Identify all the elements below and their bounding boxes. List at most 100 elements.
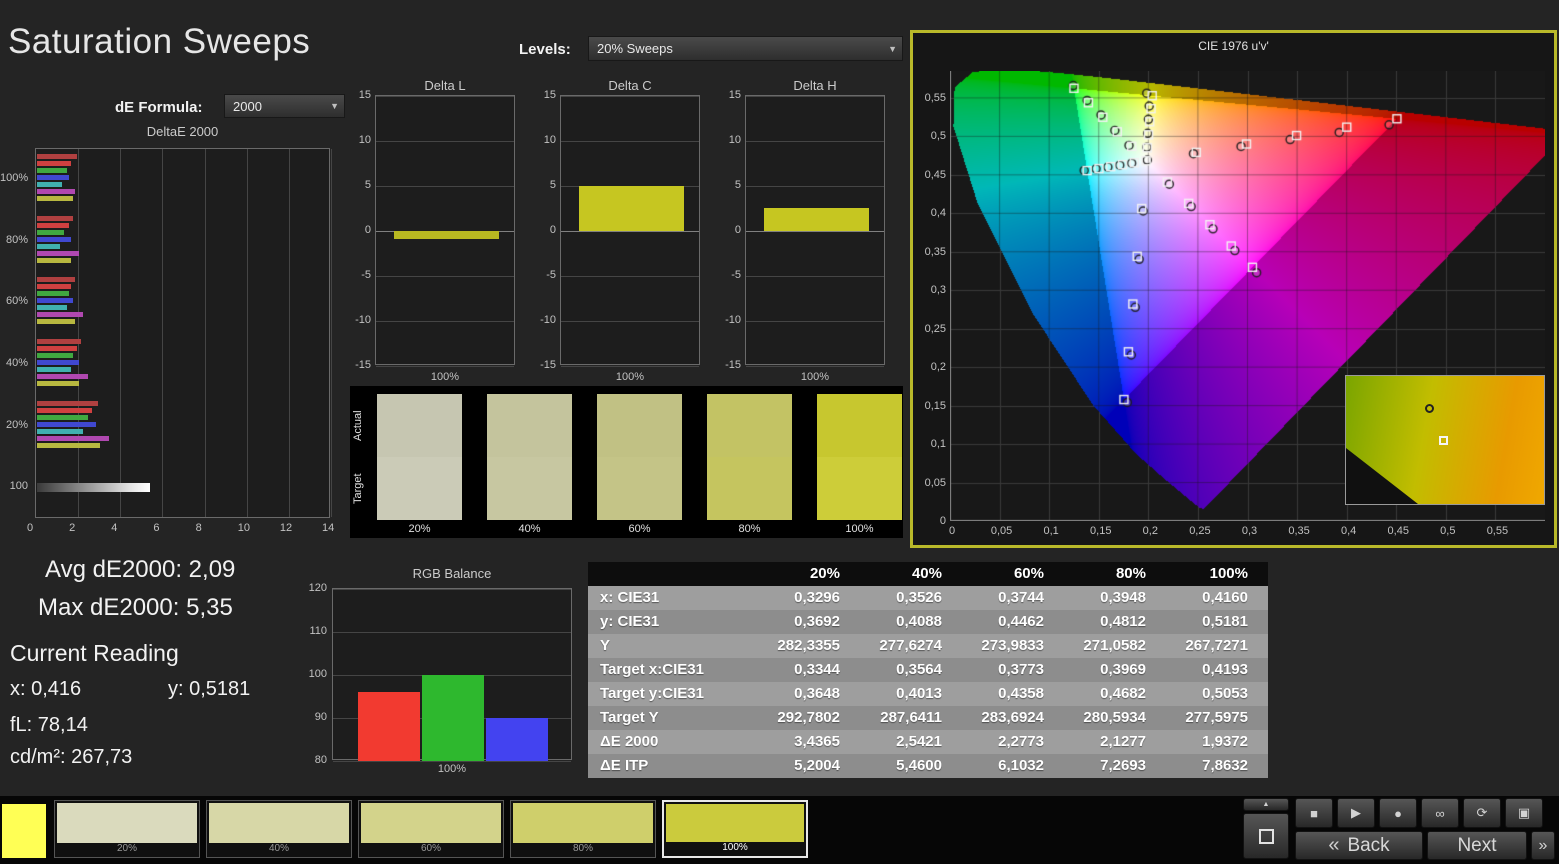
record-icon: ● (1394, 805, 1402, 821)
y-tick-label: 0,15 (924, 399, 946, 412)
de-bar (37, 435, 109, 441)
toolbar-swatch-100%[interactable]: 100% (662, 800, 808, 858)
y-axis-labels: 120 110 100 90 80 (305, 566, 329, 781)
chart-title: CIE 1976 u'v' (1198, 39, 1269, 53)
gridline (120, 149, 122, 517)
gridline (746, 321, 884, 322)
record-button[interactable]: ● (1379, 798, 1417, 828)
next-page-button[interactable]: » (1531, 831, 1555, 860)
value-cell: 5,2004 (794, 757, 840, 774)
refresh-icon: ⟳ (1476, 805, 1488, 820)
group-label: 100% (0, 171, 29, 184)
plot-area (375, 95, 515, 367)
value-cell: 0,3773 (998, 661, 1044, 678)
collapse-button[interactable]: ▲ (1243, 798, 1289, 811)
y-tick-label: -5 (731, 269, 741, 281)
chart-title: Delta C (608, 78, 652, 93)
next-label: Next (1457, 834, 1497, 856)
de-bar (37, 374, 88, 379)
continuous-measure-button[interactable]: ∞ (1421, 798, 1459, 828)
y-tick-label: 0,3 (930, 284, 946, 297)
x-axis-label: 100% (800, 371, 830, 383)
sweep-patch-40%: 40% (487, 394, 572, 535)
chevron-up-icon: ▲ (1262, 801, 1270, 808)
table-row: Target Y 292,7802 287,6411 283,6924 280,5934… (588, 706, 1268, 730)
delta-c-chart[interactable]: Delta C 15 10 5 0 -5 -10 -15 100% (530, 78, 710, 383)
x-tick-label: 4 (111, 522, 118, 534)
value-cell: 0,3648 (794, 685, 840, 702)
chevron-left-icon: « (1328, 834, 1340, 856)
toolbar-swatch-20%[interactable]: 20% (54, 800, 200, 858)
deltae2000-chart[interactable]: DeltaE 2000 100% 80% 60% 40% 20% 100 0 2 4 6 8 10 1… (0, 124, 340, 536)
actual-patch (487, 394, 572, 457)
y-tick-label: 0,4 (930, 207, 946, 220)
chevron-down-icon: ▼ (888, 43, 897, 54)
value-cell: 2,5421 (896, 733, 942, 750)
patch-label: 80% (738, 523, 761, 535)
x-tick-label: 0,4 (1341, 525, 1357, 537)
capture-button[interactable]: ▣ (1505, 798, 1543, 828)
y-tick-label: 0 (734, 224, 741, 236)
toolbar-swatch-80%[interactable]: 80% (510, 800, 656, 858)
de-bar (37, 298, 73, 304)
back-label: Back (1347, 834, 1390, 856)
header-cell: 60% (1013, 565, 1044, 582)
gridline (561, 321, 699, 322)
swatch-color (361, 803, 501, 843)
value-cell: 287,6411 (880, 709, 942, 726)
de-bar (37, 400, 99, 406)
x-tick-label: 0,05 (990, 525, 1013, 537)
table-row: x: CIE31 0,3296 0,3526 0,3744 0,3948 0,4160 (588, 586, 1268, 610)
delta-h-chart[interactable]: Delta H 15 10 5 0 -5 -10 -15 100% (715, 78, 895, 383)
y-tick-label: -5 (361, 269, 371, 281)
green-bar (422, 675, 484, 761)
swatch-label: 60% (420, 843, 441, 854)
cie-1976-chart[interactable]: CIE 1976 u'v' 0 0,05 0,1 0,15 0,2 0,25 0,3 0,35… (910, 30, 1557, 548)
value-cell: 0,4013 (896, 685, 942, 702)
y-tick-label: 120 (308, 582, 327, 594)
current-fl-value: fL: 78,14 (10, 714, 88, 736)
table-row: Target y:CIE31 0,3648 0,4013 0,4358 0,4682 0,… (588, 682, 1268, 706)
x-axis-label: 100% (430, 371, 460, 383)
swatch-label: 100% (722, 842, 748, 853)
back-button[interactable]: « Back (1295, 831, 1423, 860)
stop-button[interactable]: ■ (1295, 798, 1333, 828)
x-axis-labels: 0 2 4 6 8 10 12 14 (0, 522, 340, 536)
play-button[interactable]: ▶ (1337, 798, 1375, 828)
de-bar (37, 381, 80, 386)
toolbar-swatch-60%[interactable]: 60% (358, 800, 504, 858)
value-cell: 0,3344 (794, 661, 840, 678)
swatch-color (666, 804, 804, 842)
value-cell: 0,3948 (1100, 589, 1146, 606)
toolbar-swatch-40%[interactable]: 40% (206, 800, 352, 858)
table-row: ΔE ITP 5,2004 5,4600 6,1032 7,2693 7,8632 (588, 754, 1268, 778)
y-tick-label: 0,35 (924, 245, 946, 258)
delta-l-chart[interactable]: Delta L 15 10 5 0 -5 -10 -15 100% (345, 78, 525, 383)
x-tick-label: 0,45 (1387, 525, 1409, 537)
sweep-patch-20%: 20% (377, 394, 462, 535)
levels-dropdown[interactable]: 20% Sweeps ▼ (588, 36, 903, 61)
bottom-toolbar: 20% 40% 60% 80% 100% ▲ ■ ▶ ● ∞ ⟳ ▣ « Back Next » (0, 796, 1559, 864)
patch-label: 20% (408, 523, 431, 535)
de-bar (37, 277, 75, 283)
refresh-button[interactable]: ⟳ (1463, 798, 1501, 828)
gridline (376, 141, 514, 142)
levels-value: 20% Sweeps (597, 41, 673, 56)
row-label: Y (600, 637, 611, 654)
x-axis-labels: 0 0,05 0,1 0,15 0,2 0,25 0,3 0,35 0,4 0,45 0,5 0,55 (913, 525, 1553, 539)
y-tick-label: -5 (546, 269, 556, 281)
value-cell: 3,4365 (794, 733, 840, 750)
y-tick-label: 5 (734, 179, 741, 191)
de-formula-dropdown[interactable]: 2000 ▼ (224, 94, 345, 118)
transport-buttons: ■ ▶ ● ∞ ⟳ ▣ (1295, 798, 1543, 828)
current-cdm2-value: cd/m²: 267,73 (10, 746, 133, 768)
target-patch (707, 457, 792, 520)
stop-measure-button[interactable] (1243, 813, 1289, 859)
y-axis-labels: 15 10 5 0 -5 -10 -15 (715, 78, 743, 383)
next-button[interactable]: Next (1427, 831, 1527, 860)
de-bar (37, 291, 69, 297)
rgb-balance-chart[interactable]: RGB Balance 120 110 100 90 80 100% (305, 566, 585, 781)
gridline (376, 96, 514, 97)
de-bar (37, 305, 67, 311)
value-cell: 0,4193 (1202, 661, 1248, 678)
